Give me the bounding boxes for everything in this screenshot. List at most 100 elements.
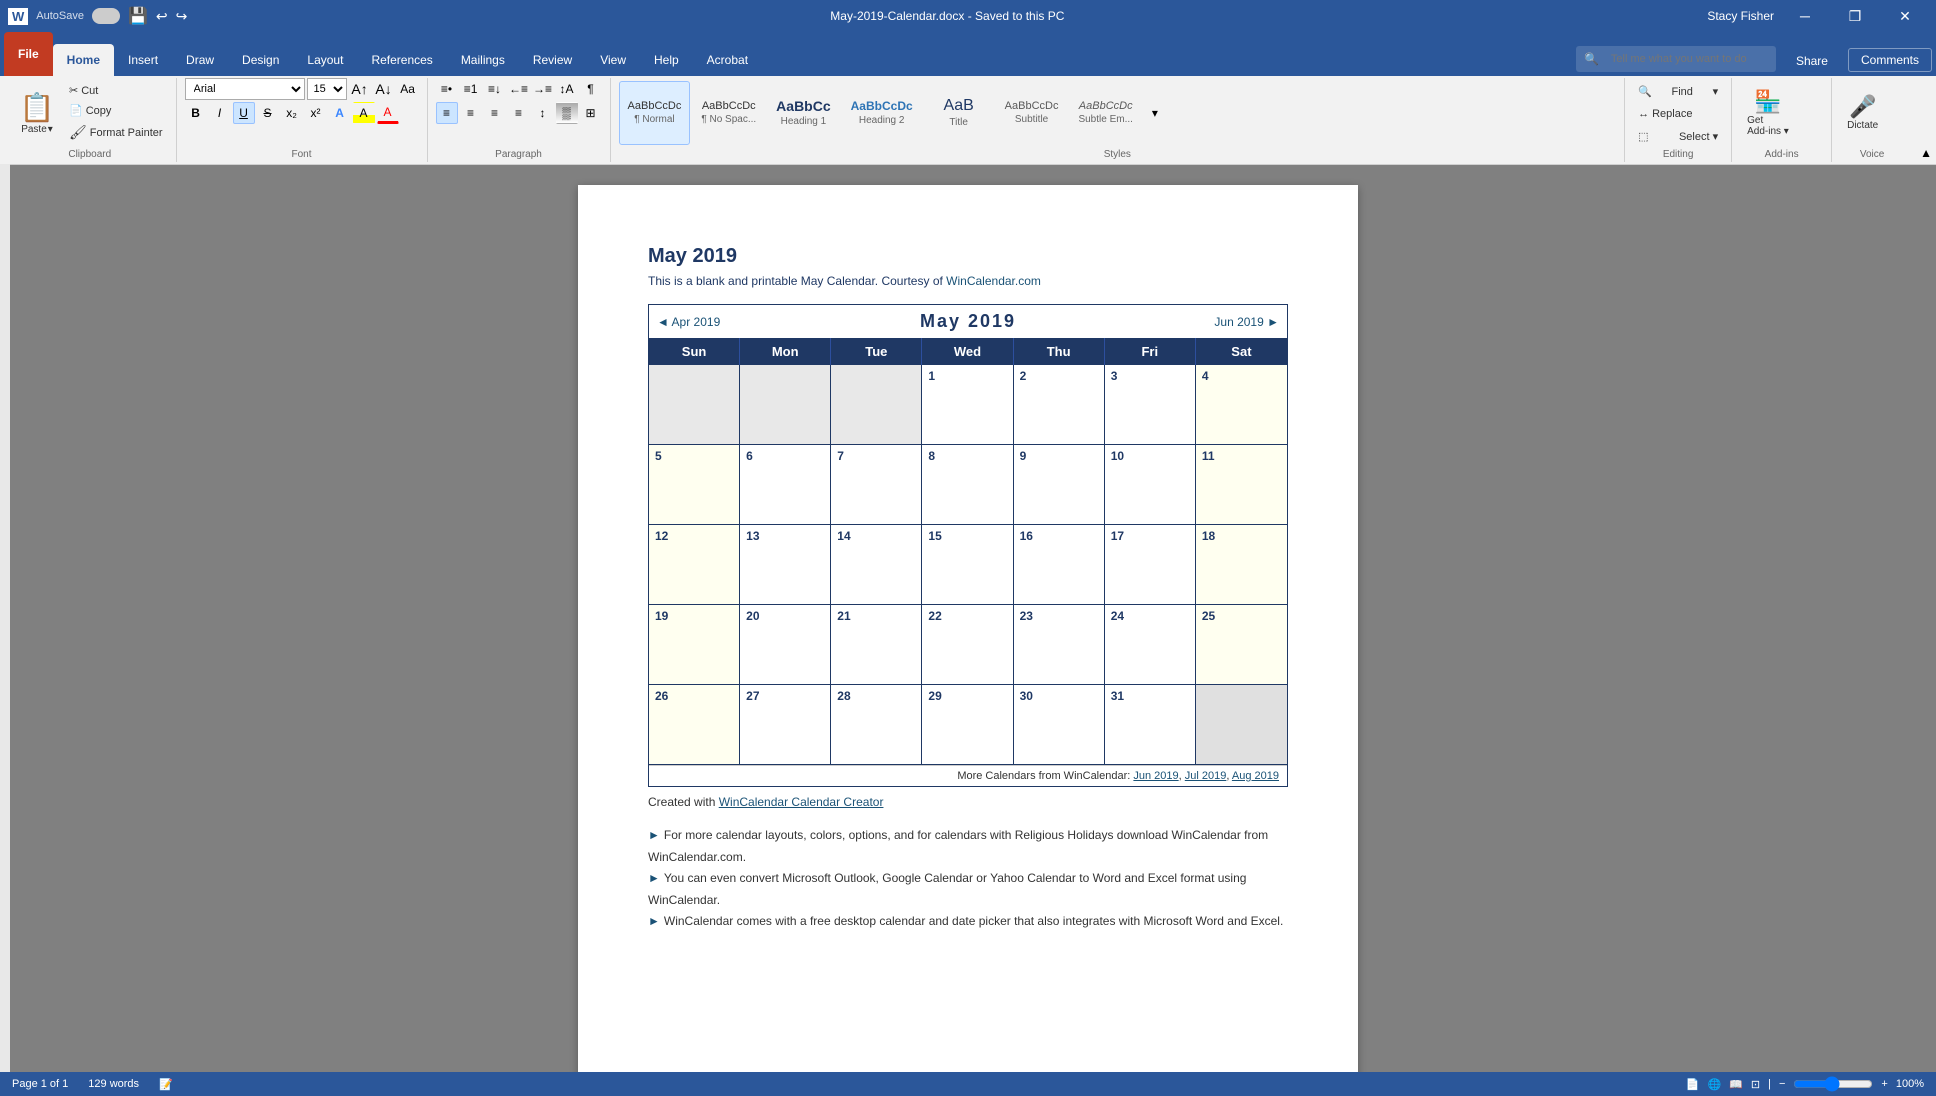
view-focus-icon[interactable]: ⊡ [1751, 1078, 1760, 1091]
find-button[interactable]: 🔍 Find ▾ [1633, 82, 1723, 101]
minimize-button[interactable]: ─ [1782, 0, 1828, 32]
tab-layout[interactable]: Layout [293, 44, 357, 76]
bold-button[interactable]: B [185, 102, 207, 124]
editing-label: Editing [1633, 149, 1723, 162]
italic-button[interactable]: I [209, 102, 231, 124]
style-subtle-em[interactable]: AaBbCcDc Subtle Em... [1069, 81, 1141, 145]
creator-link[interactable]: WinCalendar Calendar Creator [719, 795, 884, 809]
jun-link[interactable]: Jun 2019 [1133, 770, 1178, 782]
font-content: Arial 15 A↑ A↓ Aa B I U S x₂ [185, 78, 419, 147]
show-paragraph-button[interactable]: ¶ [580, 78, 602, 100]
dictate-button[interactable]: 🎤 Dictate [1840, 83, 1885, 143]
clear-format-button[interactable]: Aa [397, 78, 419, 100]
borders-button[interactable]: ⊞ [580, 102, 602, 124]
calendar-cell [1196, 685, 1287, 765]
paste-button[interactable]: 📋 Paste ▾ [12, 84, 62, 142]
tab-view[interactable]: View [586, 44, 640, 76]
strikethrough-button[interactable]: S [257, 102, 279, 124]
font-size-select[interactable]: 15 [307, 78, 347, 100]
decrease-font-button[interactable]: A↓ [373, 78, 395, 100]
day-thu: Thu [1014, 338, 1105, 365]
tab-help[interactable]: Help [640, 44, 693, 76]
text-highlight-button[interactable]: A [353, 102, 375, 124]
tab-home[interactable]: Home [53, 44, 114, 76]
cell-date: 5 [655, 449, 662, 463]
tab-draw[interactable]: Draw [172, 44, 228, 76]
text-effects-button[interactable]: A [329, 102, 351, 124]
style-heading1[interactable]: AaBbCc Heading 1 [767, 81, 839, 145]
align-left-button[interactable]: ≡ [436, 102, 458, 124]
get-addins-button[interactable]: 🏪 GetAdd-ins ▾ [1740, 83, 1796, 143]
format-painter-button[interactable]: 🖌 Format Painter [64, 121, 168, 144]
multilevel-list-button[interactable]: ≡↓ [484, 78, 506, 100]
close-button[interactable]: ✕ [1882, 0, 1928, 32]
cut-button[interactable]: ✂ Cut [64, 81, 168, 100]
proofing-icon: 📝 [159, 1078, 173, 1091]
view-web-icon[interactable]: 🌐 [1708, 1078, 1722, 1091]
tab-acrobat[interactable]: Acrobat [693, 44, 762, 76]
bullet-list-button[interactable]: ≡• [436, 78, 458, 100]
tab-file[interactable]: File [4, 32, 53, 76]
autosave-toggle[interactable] [92, 8, 120, 24]
tab-review[interactable]: Review [519, 44, 586, 76]
line-spacing-button[interactable]: ↕ [532, 102, 554, 124]
subscript-button[interactable]: x₂ [281, 102, 303, 124]
save-icon[interactable]: 💾 [128, 6, 148, 26]
redo-icon[interactable]: ↪ [176, 8, 188, 25]
replace-button[interactable]: ↔ Replace [1633, 105, 1723, 123]
style-title[interactable]: AaB Title [924, 81, 994, 145]
style-normal[interactable]: AaBbCcDc ¶ Normal [619, 81, 691, 145]
editing-group: 🔍 Find ▾ ↔ Replace ⬚ Select ▾ Editing [1625, 78, 1732, 162]
ribbon-collapse: ▲ [1916, 76, 1936, 164]
undo-icon[interactable]: ↩ [156, 8, 168, 25]
calendar-cell: 24 [1105, 605, 1196, 685]
search-input[interactable] [1603, 45, 1768, 73]
cell-date: 17 [1111, 529, 1124, 543]
align-center-button[interactable]: ≡ [460, 102, 482, 124]
left-margin-indicator [0, 165, 10, 1072]
calendar-cell: 27 [740, 685, 831, 765]
copy-button[interactable]: 📄 Copy [64, 101, 168, 120]
view-read-icon[interactable]: 📖 [1729, 1078, 1743, 1091]
title-bar: W AutoSave 💾 ↩ ↪ May-2019-Calendar.docx … [0, 0, 1936, 32]
select-button[interactable]: ⬚ Select ▾ [1633, 127, 1723, 146]
tab-mailings[interactable]: Mailings [447, 44, 519, 76]
style-normal-preview: AaBbCcDc [628, 100, 682, 112]
style-no-spacing[interactable]: AaBbCcDc ¶ No Spac... [692, 81, 765, 145]
restore-button[interactable]: ❐ [1832, 0, 1878, 32]
zoom-in-button[interactable]: + [1881, 1078, 1887, 1090]
tab-insert[interactable]: Insert [114, 44, 172, 76]
cell-date: 30 [1020, 689, 1033, 703]
next-month-link[interactable]: Jun 2019 ► [1214, 315, 1279, 329]
aug-link[interactable]: Aug 2019 [1232, 770, 1279, 782]
shading-button[interactable]: ▒ [556, 102, 578, 124]
justify-button[interactable]: ≡ [508, 102, 530, 124]
prev-month-link[interactable]: ◄ Apr 2019 [657, 315, 720, 329]
underline-button[interactable]: U [233, 102, 255, 124]
sort-button[interactable]: ↕A [556, 78, 578, 100]
superscript-button[interactable]: x² [305, 102, 327, 124]
jul-link[interactable]: Jul 2019 [1185, 770, 1227, 782]
styles-more-button[interactable]: ▾ [1144, 98, 1166, 128]
style-subtitle[interactable]: AaBbCcDc Subtitle [996, 81, 1068, 145]
comments-button[interactable]: Comments [1848, 48, 1932, 72]
number-list-button[interactable]: ≡1 [460, 78, 482, 100]
font-color-button[interactable]: A [377, 102, 399, 124]
search-bar[interactable]: 🔍 [1576, 46, 1776, 72]
style-heading2[interactable]: AaBbCcDc Heading 2 [842, 81, 922, 145]
align-right-button[interactable]: ≡ [484, 102, 506, 124]
zoom-slider[interactable] [1793, 1076, 1873, 1092]
share-button[interactable]: Share [1784, 50, 1840, 72]
tab-references[interactable]: References [357, 44, 446, 76]
collapse-ribbon-button[interactable]: ▲ [1920, 146, 1932, 160]
zoom-out-button[interactable]: − [1779, 1078, 1785, 1090]
tab-design[interactable]: Design [228, 44, 293, 76]
wincalendar-link[interactable]: WinCalendar.com [946, 274, 1041, 288]
increase-font-button[interactable]: A↑ [349, 78, 371, 100]
cell-date: 4 [1202, 369, 1209, 383]
increase-indent-button[interactable]: →≡ [532, 78, 554, 100]
view-print-icon[interactable]: 📄 [1686, 1078, 1700, 1091]
font-family-select[interactable]: Arial [185, 78, 305, 100]
calendar-cell: 18 [1196, 525, 1287, 605]
decrease-indent-button[interactable]: ←≡ [508, 78, 530, 100]
